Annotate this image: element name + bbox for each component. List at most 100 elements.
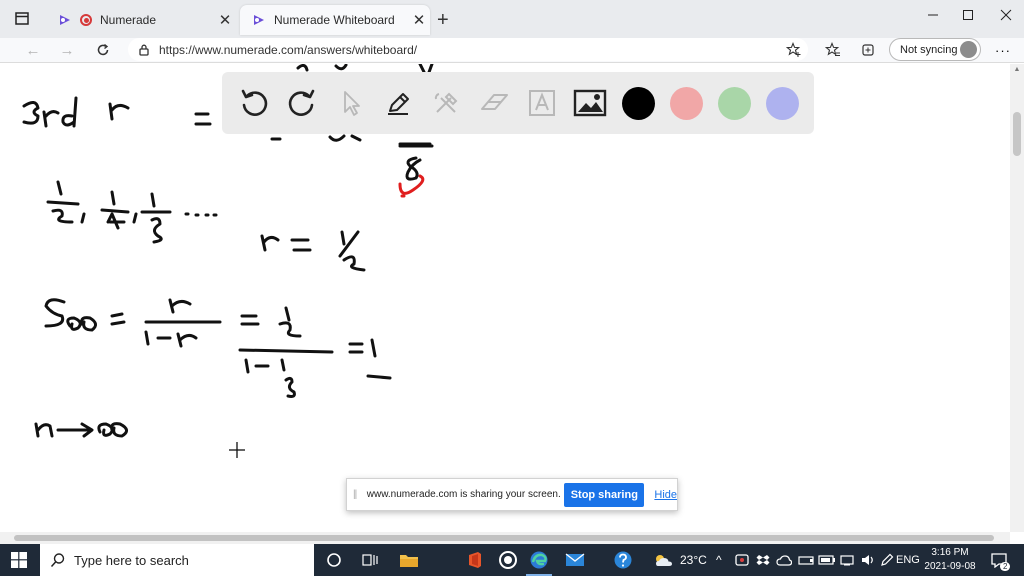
app-tray-icon[interactable] (734, 544, 750, 576)
weather-temperature: 23°C (680, 553, 707, 567)
shapes-tool-button[interactable] (426, 83, 466, 123)
vertical-scrollbar[interactable]: ▲ (1010, 64, 1024, 532)
dropbox-icon[interactable] (756, 544, 770, 576)
forward-button[interactable]: → (56, 40, 78, 60)
mail-button[interactable] (561, 547, 589, 573)
search-icon (50, 553, 65, 568)
office-app-button[interactable] (461, 547, 489, 573)
office-icon (469, 552, 481, 568)
horizontal-scrollbar[interactable] (0, 532, 1010, 544)
back-button[interactable]: ← (22, 40, 44, 60)
color-swatch-red (669, 86, 703, 120)
cortana-button[interactable] (320, 547, 348, 573)
tools-icon (434, 92, 458, 113)
star-add-icon (786, 42, 801, 57)
undo-button[interactable] (234, 83, 274, 123)
vertical-scroll-thumb[interactable] (1013, 112, 1021, 156)
horizontal-scroll-thumb[interactable] (14, 535, 994, 541)
share-message: www.numerade.com is sharing your screen. (366, 489, 561, 500)
pen-tool-button[interactable] (378, 83, 418, 123)
task-view-button[interactable] (356, 547, 384, 573)
redo-icon (288, 89, 315, 116)
tab-numerade-whiteboard[interactable]: Numerade Whiteboard ✕ (240, 5, 430, 35)
task-view-icon (362, 554, 378, 566)
color-swatch-purple (765, 86, 799, 120)
scroll-up-arrow-icon[interactable]: ▲ (1010, 66, 1024, 73)
add-favorite-button[interactable] (783, 40, 805, 60)
windows-taskbar: Type here to search 23°C ^ ENG 3:16 PM 2… (0, 544, 1024, 576)
whiteboard-canvas[interactable] (0, 64, 1010, 532)
app-button-circle[interactable] (494, 547, 522, 573)
notification-count-badge: 2 (1000, 562, 1011, 571)
mail-icon (565, 553, 585, 566)
sync-status-label: Not syncing (900, 43, 958, 56)
hide-notification-link[interactable]: Hide (654, 489, 677, 501)
whiteboard-toolbar (222, 72, 814, 134)
input-language-indicator[interactable]: ENG (896, 544, 920, 576)
eraser-tool-button[interactable] (474, 83, 514, 123)
tab-numerade[interactable]: Numerade ✕ (46, 5, 236, 35)
drag-handle-icon[interactable]: || (353, 489, 363, 500)
network-icon[interactable] (840, 544, 856, 576)
new-tab-button[interactable]: + (437, 9, 449, 32)
clock-date: 2021-09-08 (924, 561, 976, 572)
color-purple-button[interactable] (762, 83, 802, 123)
eraser-icon (481, 94, 508, 110)
volume-icon[interactable] (860, 544, 876, 576)
image-tool-button[interactable] (570, 83, 610, 123)
usb-device-icon[interactable] (798, 544, 814, 576)
clock-time: 3:16 PM (931, 547, 969, 558)
cloudy-weather-icon (656, 555, 672, 566)
color-red-button[interactable] (666, 83, 706, 123)
pointer-icon (344, 91, 360, 116)
browser-toolbar: ← → https://www.numerade.com/answers/whi… (0, 38, 1024, 63)
help-icon (614, 551, 632, 569)
show-hidden-icons-button[interactable]: ^ (716, 544, 722, 576)
tray-app-icon (735, 554, 749, 566)
more-menu-button[interactable]: ··· (992, 40, 1014, 60)
pen-workspace-icon[interactable] (880, 544, 894, 576)
browser-tab-strip: Numerade ✕ Numerade Whiteboard ✕ + (0, 0, 1024, 38)
stop-sharing-button[interactable]: Stop sharing (564, 482, 645, 507)
color-swatch-green (717, 86, 751, 120)
close-tab-icon[interactable]: ✕ (214, 11, 236, 29)
app-circle-icon (499, 551, 517, 569)
address-bar[interactable]: https://www.numerade.com/answers/whitebo… (128, 38, 808, 61)
start-button[interactable] (0, 544, 38, 576)
profile-sync-button[interactable]: Not syncing (889, 38, 981, 61)
tab-title: Numerade Whiteboard (274, 13, 395, 27)
system-clock[interactable]: 3:16 PM 2021-09-08 (918, 546, 982, 574)
edge-browser-button[interactable] (525, 547, 553, 573)
search-placeholder: Type here to search (74, 552, 189, 568)
desktop: Numerade ✕ Numerade Whiteboard ✕ + ← → h… (0, 0, 1024, 576)
edge-icon (530, 551, 548, 569)
pointer-tool-button[interactable] (330, 83, 370, 123)
color-black-button[interactable] (618, 83, 658, 123)
cloud-sync-icon[interactable] (776, 544, 792, 576)
screen-share-notification: || www.numerade.com is sharing your scre… (346, 478, 678, 511)
refresh-icon (97, 43, 109, 56)
close-tab-icon[interactable]: ✕ (408, 11, 430, 29)
collections-icon (862, 44, 874, 56)
text-icon (529, 90, 555, 116)
color-swatch-black (621, 86, 655, 120)
pen-icon (388, 93, 409, 115)
redo-button[interactable] (282, 83, 322, 123)
tab-actions-button[interactable] (10, 7, 50, 31)
close-window-button[interactable] (983, 0, 1024, 30)
file-explorer-button[interactable] (395, 547, 423, 573)
collections-button[interactable] (857, 40, 879, 60)
notification-center-button[interactable]: 2 (990, 544, 1011, 576)
color-green-button[interactable] (714, 83, 754, 123)
weather-widget[interactable]: 23°C (652, 544, 707, 576)
help-app-button[interactable] (609, 547, 637, 573)
battery-icon[interactable] (818, 544, 836, 576)
text-tool-button[interactable] (522, 83, 562, 123)
taskbar-search-box[interactable]: Type here to search (40, 544, 314, 576)
favorites-button[interactable] (822, 40, 844, 60)
recording-icon (80, 14, 92, 26)
image-icon (573, 89, 607, 117)
url-text: https://www.numerade.com/answers/whitebo… (159, 42, 418, 57)
refresh-button[interactable] (92, 40, 114, 60)
tab-actions-icon (15, 12, 29, 25)
